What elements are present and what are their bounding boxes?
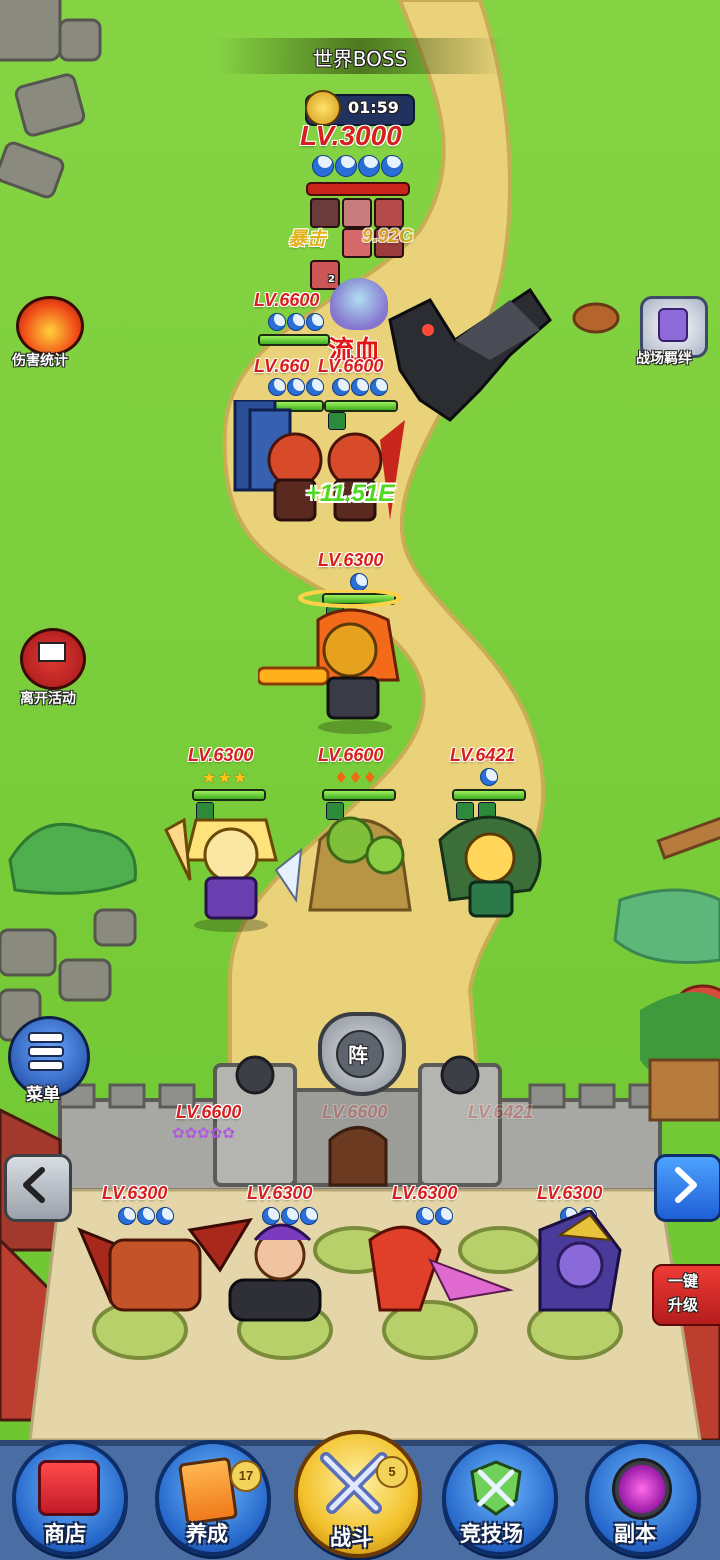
- moon-icon: [351, 378, 369, 396]
- unit-shadow: [318, 720, 392, 734]
- nav-shop-label: 商店: [44, 1522, 86, 1546]
- hero-level: LV.6600: [318, 745, 384, 765]
- ghost-skull-effect: [330, 278, 388, 330]
- moon-icon: [312, 155, 334, 177]
- nav-develop-label: 养成: [186, 1522, 228, 1546]
- moon-icon: [350, 573, 368, 591]
- one-key-upgrade-label-2: 升级: [668, 1296, 699, 1314]
- cards-icon: [177, 1456, 239, 1526]
- hero-level: LV.6300: [318, 550, 384, 570]
- paladin-hero: [164, 817, 303, 920]
- medusa-hero: [438, 815, 542, 918]
- moon-icon: [287, 313, 305, 331]
- leave-event-label: 离开活动: [20, 691, 76, 707]
- moon-icon: [306, 378, 324, 396]
- page-title: 世界BOSS: [312, 47, 408, 71]
- hero-level-faded: LV.6421: [468, 1102, 534, 1122]
- treant-hero: [308, 816, 412, 912]
- stack-debuff-icon: [310, 260, 340, 290]
- hero-level: LV.6600: [176, 1102, 242, 1122]
- chevron-right-icon: [675, 1167, 697, 1203]
- boss-timer: 01:59: [348, 98, 399, 117]
- crystal-icon: [658, 308, 688, 342]
- enemy-hp-bar: [258, 334, 330, 346]
- boss-hp-bar: [306, 182, 410, 196]
- hero-flame-row: ♦♦♦: [334, 768, 378, 787]
- moon-icon: [370, 378, 388, 396]
- sword-debuff-icon: [374, 198, 404, 228]
- enemy-flag-bearers: [233, 400, 405, 522]
- moon-icon: [381, 155, 403, 177]
- hero-star-row: [350, 573, 368, 591]
- hero-level: LV.6300: [188, 745, 254, 765]
- slot-level: LV.6300: [392, 1183, 458, 1203]
- damage-stats-label: 伤害统计: [12, 353, 68, 369]
- damage-stats-button[interactable]: [16, 296, 84, 356]
- moon-icon: [268, 313, 286, 331]
- portal-icon: [612, 1458, 672, 1520]
- moon-icon: [358, 155, 380, 177]
- crit-damage-text: 9.92G: [362, 226, 414, 247]
- enemy-level: LV.6600: [318, 356, 384, 376]
- slot-level: LV.6300: [102, 1183, 168, 1203]
- enemy-level: LV.6600: [254, 290, 320, 310]
- moon-icon: [306, 313, 324, 331]
- hero-star-row: ★★★: [202, 768, 249, 787]
- fire-warrior-hero: [258, 590, 402, 720]
- nav-arena-label: 竞技场: [460, 1522, 523, 1546]
- boss-level: LV.3000: [300, 120, 402, 151]
- heal-number: +11.51E: [306, 480, 395, 507]
- chevron-left-icon: [23, 1167, 45, 1203]
- moon-icon: [480, 768, 498, 786]
- boss-star-row: [312, 155, 403, 177]
- crit-label: 暴击: [288, 229, 327, 250]
- enemy-level: LV.660: [254, 356, 310, 376]
- debuff-count: 2: [328, 274, 335, 285]
- nav-battle-label: 战斗: [330, 1526, 372, 1550]
- slot-level: LV.6300: [247, 1183, 313, 1203]
- one-key-upgrade-label-1: 一键: [668, 1272, 699, 1290]
- arena-bond-label: 战场羁绊: [636, 351, 692, 367]
- hero-level: LV.6421: [450, 745, 516, 765]
- enemy-star-row: [268, 313, 324, 331]
- enemy-star-row: [332, 378, 388, 396]
- moon-icon: [268, 378, 286, 396]
- formation-label: 阵: [348, 1043, 368, 1067]
- hero-level-faded: LV.6600: [322, 1102, 388, 1122]
- hero-star-row: ✿✿✿✿✿: [172, 1124, 235, 1142]
- arena-shield-icon: [470, 1460, 522, 1516]
- formation-heroes: [77, 1210, 622, 1322]
- hamburger-icon: [28, 1032, 64, 1071]
- moon-icon: [335, 155, 357, 177]
- unit-shadow: [194, 918, 268, 932]
- hero-star-row: [480, 768, 498, 786]
- flag-icon: [38, 642, 66, 662]
- enemy-star-row: [268, 378, 324, 396]
- slot-level: LV.6300: [537, 1183, 603, 1203]
- moon-icon: [287, 378, 305, 396]
- menu-label: 菜单: [26, 1085, 60, 1105]
- develop-badge: 17: [230, 1460, 262, 1492]
- nav-dungeon-label: 副本: [614, 1522, 656, 1546]
- moon-icon: [332, 378, 350, 396]
- battle-scene: 世界BOSS 01:59 LV.3000 2 暴击 9.92G 流血 LV.66…: [0, 0, 720, 1560]
- gift-box-icon: [38, 1460, 100, 1516]
- battle-badge: 5: [376, 1456, 408, 1488]
- potion-icon: [342, 198, 372, 228]
